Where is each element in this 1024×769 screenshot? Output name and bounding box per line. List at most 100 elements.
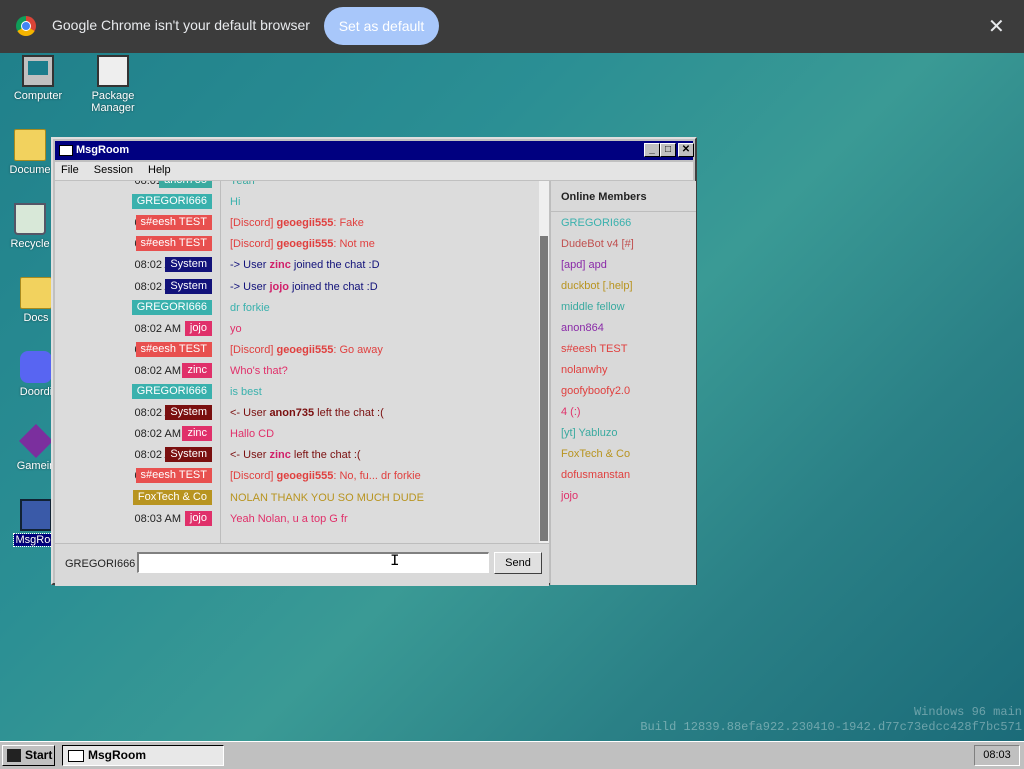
chat-message-row: 08:02 AMGREGORI666is best — [55, 382, 539, 403]
message-prefix: [Discord] — [230, 217, 277, 230]
message-user-badge[interactable]: s#eesh TEST — [135, 236, 212, 252]
close-button[interactable]: ✕ — [678, 143, 694, 157]
game-icon — [19, 424, 53, 458]
message-text: Who's that? — [230, 365, 288, 377]
folder-icon — [14, 129, 46, 161]
message-user-badge[interactable]: System — [165, 447, 212, 463]
message-text: Hi — [230, 196, 240, 208]
message-text: NOLAN THANK YOU SO MUCH DUDE — [230, 492, 424, 504]
message-body: yo — [230, 322, 242, 335]
member-item[interactable]: 4 (:) — [561, 406, 581, 418]
message-user-badge[interactable]: System — [165, 278, 212, 294]
taskbar-item-msgroom[interactable]: MsgRoom — [62, 745, 224, 766]
message-mention: geoegii555 — [276, 238, 334, 251]
message-user-badge[interactable]: GREGORI666 — [131, 299, 212, 315]
menu-session[interactable]: Session — [88, 162, 139, 178]
chat-message-row: 08:02 AMFoxTech & CoNOLAN THANK YOU SO M… — [55, 488, 539, 509]
member-item[interactable]: anon864 — [561, 322, 604, 334]
message-prefix: [Discord] — [230, 470, 277, 483]
message-user-badge[interactable]: zinc — [182, 426, 212, 442]
message-text: [Discord] geoegii555: Go away — [230, 344, 383, 356]
taskbar-clock: 08:03 — [974, 745, 1020, 766]
member-item[interactable]: FoxTech & Co — [561, 448, 630, 460]
taskbar-item-label: MsgRoom — [88, 748, 146, 762]
member-item[interactable]: [apd] apd — [561, 259, 607, 271]
message-mention: zinc — [269, 259, 291, 272]
maximize-button[interactable]: □ — [660, 143, 676, 157]
member-item[interactable]: middle fellow — [561, 301, 625, 313]
start-button[interactable]: Start — [2, 745, 55, 766]
minimize-button[interactable]: _ — [644, 143, 660, 157]
message-text: Yeah — [230, 181, 255, 187]
message-user-badge[interactable]: FoxTech & Co — [132, 489, 212, 505]
member-item[interactable]: duckbot [.help] — [561, 280, 633, 292]
msgroom-icon — [20, 499, 52, 531]
menu-file[interactable]: File — [55, 162, 85, 178]
chat-scrollbar[interactable] — [539, 181, 549, 543]
start-label: Start — [25, 748, 53, 762]
message-user-badge[interactable]: anon735 — [159, 181, 212, 188]
message-user-badge[interactable]: s#eesh TEST — [135, 215, 212, 231]
chat-message-row: 08:02 AM zinc Who's that? — [55, 361, 539, 382]
message-user-badge[interactable]: zinc — [182, 362, 212, 378]
chat-message-row: 08:02 AMs#eesh TEST[Discord] geoegii555:… — [55, 466, 539, 487]
chat-message-row: 08:01 AMGREGORI666Hi — [55, 192, 539, 213]
close-infobar-icon[interactable]: ✕ — [988, 14, 1005, 39]
scrollbar-thumb[interactable] — [540, 236, 548, 541]
member-item[interactable]: DudeBot v4 [#] — [561, 238, 634, 250]
chat-message-row: 08:02 AMGREGORI666dr forkie — [55, 298, 539, 319]
message-prefix: -> User — [230, 280, 270, 293]
chat-message-row: 08:02 AM System <- User anon735 left the c… — [55, 403, 539, 424]
message-text: [Discord] geoegii555: No, fu... dr forki… — [230, 470, 421, 482]
chat-message-row: 08:01 AMs#eesh TEST[Discord] geoegii555:… — [55, 213, 539, 234]
message-body: : No, fu... dr forkie — [333, 470, 421, 483]
chat-message-row: 08:02 AM jojo yo — [55, 319, 539, 340]
message-body: joined the chat :D — [290, 259, 380, 272]
chat-log[interactable]: 08:01 AManon735Yeah08:01 AMGREGORI666Hi0… — [55, 181, 539, 543]
member-item[interactable]: goofyboofy2.0 — [561, 385, 630, 397]
message-timestamp: 08:02 AM — [134, 322, 181, 335]
message-user-badge[interactable]: GREGORI666 — [131, 384, 212, 399]
current-username: GREGORI666 — [65, 558, 136, 570]
menu-help[interactable]: Help — [142, 162, 177, 178]
member-item[interactable]: GREGORI666 — [561, 217, 631, 229]
message-body: left the chat :( — [290, 449, 361, 462]
member-item[interactable]: [yt] Yabluzo — [561, 427, 617, 439]
message-composer: GREGORI666 Send — [55, 543, 549, 586]
message-text: [Discord] geoegii555: Fake — [230, 217, 364, 229]
message-text: Yeah Nolan, u a top G fr — [230, 513, 348, 525]
window-title: MsgRoom — [76, 144, 130, 156]
message-text: -> User zinc joined the chat :D — [230, 259, 380, 271]
message-text: yo — [230, 323, 242, 335]
member-item[interactable]: jojo — [561, 490, 578, 502]
message-text: dr forkie — [230, 302, 270, 314]
member-item[interactable]: s#eesh TEST — [561, 343, 627, 355]
message-body: is best — [230, 386, 262, 398]
message-body: left the chat :( — [314, 407, 384, 420]
desktop-icon-package-manager[interactable]: Package Manager — [75, 55, 151, 114]
desktop-icon-computer[interactable]: Computer — [0, 55, 76, 102]
message-text: Hallo CD — [230, 428, 274, 440]
message-mention: geoegii555 — [276, 470, 334, 483]
message-text: [Discord] geoegii555: Not me — [230, 238, 375, 250]
message-body: : Fake — [333, 217, 364, 230]
message-user-badge[interactable]: s#eesh TEST — [135, 468, 212, 484]
message-input[interactable] — [137, 552, 489, 573]
message-user-badge[interactable]: jojo — [184, 320, 212, 336]
message-user-badge[interactable]: s#eesh TEST — [135, 341, 212, 357]
desktop-icon-label: Docs — [23, 312, 49, 324]
message-user-badge[interactable]: GREGORI666 — [131, 194, 212, 210]
window-titlebar[interactable]: MsgRoom _ □ ✕ — [55, 141, 694, 160]
desktop-icon-label: Docume — [9, 164, 51, 176]
message-user-badge[interactable]: System — [165, 405, 212, 421]
message-user-badge[interactable]: jojo — [184, 510, 212, 526]
message-text: <- User anon735 left the chat :( — [230, 407, 384, 419]
member-item[interactable]: dofusmanstan — [561, 469, 630, 481]
chat-message-row: 08:02 AMs#eesh TEST[Discord] geoegii555:… — [55, 234, 539, 255]
member-item[interactable]: nolanwhy — [561, 364, 607, 376]
set-as-default-button[interactable]: Set as default — [324, 7, 439, 45]
message-user-badge[interactable]: System — [165, 257, 212, 273]
message-timestamp: 08:02 AM — [134, 428, 181, 441]
send-button[interactable]: Send — [494, 552, 542, 574]
members-divider — [551, 211, 696, 212]
